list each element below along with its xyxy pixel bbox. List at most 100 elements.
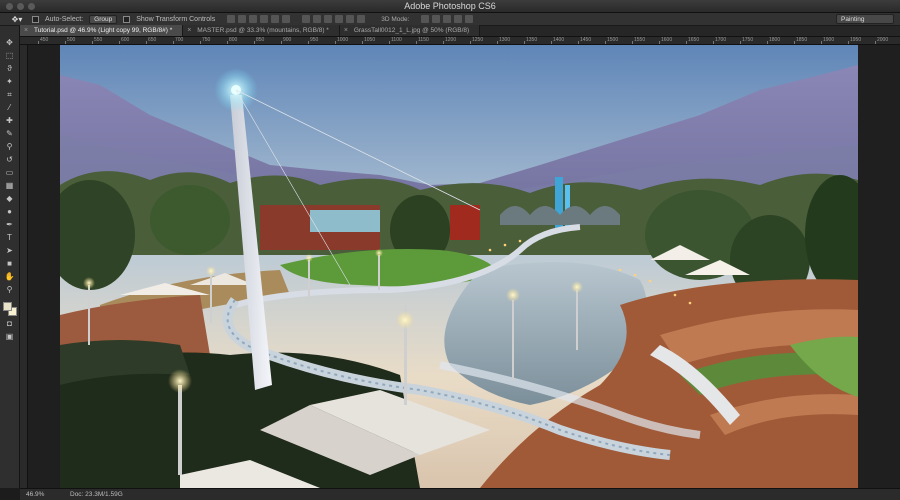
ruler-tick-label: 1000 xyxy=(337,37,349,43)
hand-icon[interactable]: ✋ xyxy=(3,272,17,282)
healing-icon[interactable]: ✚ xyxy=(3,116,17,126)
close-tab-icon[interactable]: × xyxy=(187,25,191,36)
distribute-right-icon[interactable] xyxy=(357,15,366,23)
ruler-tick xyxy=(281,41,282,44)
tab-label: MASTER.psd @ 33.3% (mountains, RGB/8) * xyxy=(197,27,329,34)
3d-scale-icon[interactable] xyxy=(465,15,474,23)
tools-panel: ✥ ⬚ ϑ ✦ ⌗ ⁄ ✚ ✎ ⚲ ↺ ▭ ▦ ◆ ● ✒ T ➤ ■ ✋ ⚲ ◘ ▣ xyxy=(0,26,20,488)
zoom-level[interactable]: 46.9% xyxy=(26,491,52,498)
tab-grass-texture[interactable]: × GrassTall0012_1_L.jpg @ 50% (RGB/8) xyxy=(339,25,481,36)
marquee-icon[interactable]: ⬚ xyxy=(3,51,17,61)
canvas-area[interactable] xyxy=(28,45,900,488)
align-left-icon[interactable] xyxy=(260,15,269,23)
3d-roll-icon[interactable] xyxy=(432,15,441,23)
quick-mask-icon[interactable]: ◘ xyxy=(3,319,17,329)
distribute-top-icon[interactable] xyxy=(302,15,311,23)
close-window-button[interactable] xyxy=(6,3,13,10)
ruler-tick-label: 1750 xyxy=(742,37,754,43)
ruler-tick-label: 500 xyxy=(67,37,76,43)
eyedropper-icon[interactable]: ⁄ xyxy=(3,103,17,113)
ruler-tick xyxy=(470,41,471,44)
document-canvas[interactable] xyxy=(60,45,858,488)
align-bottom-icon[interactable] xyxy=(249,15,258,23)
workspace-switcher[interactable]: Painting xyxy=(836,14,894,24)
horizontal-ruler[interactable]: 450 500 550 600 650 700 750 800 850 900 950 1000 105… xyxy=(20,37,900,45)
document-size[interactable]: Doc: 23.3M/1.59G xyxy=(70,491,123,498)
lasso-icon[interactable]: ϑ xyxy=(3,64,17,74)
ruler-tick xyxy=(632,41,633,44)
tab-label: Tutorial.psd @ 46.9% (Light copy 99, RGB… xyxy=(34,27,173,34)
ruler-tick xyxy=(794,41,795,44)
ruler-tick xyxy=(848,41,849,44)
align-vcenter-icon[interactable] xyxy=(238,15,247,23)
ruler-tick-label: 550 xyxy=(94,37,103,43)
history-brush-icon[interactable]: ↺ xyxy=(3,155,17,165)
path-select-icon[interactable]: ➤ xyxy=(3,246,17,256)
distribute-hcenter-icon[interactable] xyxy=(346,15,355,23)
ruler-tick xyxy=(146,41,147,44)
distribute-left-icon[interactable] xyxy=(335,15,344,23)
auto-select-checkbox[interactable] xyxy=(32,15,39,23)
ruler-tick xyxy=(497,41,498,44)
minimize-window-button[interactable] xyxy=(17,3,24,10)
document-tabs: × Tutorial.psd @ 46.9% (Light copy 99, R… xyxy=(20,25,900,37)
zoom-window-button[interactable] xyxy=(28,3,35,10)
eraser-icon[interactable]: ▭ xyxy=(3,168,17,178)
close-tab-icon[interactable]: × xyxy=(24,25,28,36)
move-tool-preset-icon[interactable]: ✥▾ xyxy=(8,14,26,24)
ruler-tick-label: 1250 xyxy=(472,37,484,43)
gradient-icon[interactable]: ▦ xyxy=(3,181,17,191)
auto-select-dropdown[interactable]: Group xyxy=(89,14,118,24)
ruler-tick-label: 2000 xyxy=(877,37,889,43)
tab-tutorial[interactable]: × Tutorial.psd @ 46.9% (Light copy 99, R… xyxy=(20,25,184,36)
ruler-tick xyxy=(200,41,201,44)
move-icon[interactable]: ✥ xyxy=(3,38,17,48)
align-right-icon[interactable] xyxy=(282,15,291,23)
ruler-tick xyxy=(308,41,309,44)
screen-mode-icon[interactable]: ▣ xyxy=(3,332,17,342)
dodge-icon[interactable]: ● xyxy=(3,207,17,217)
blur-icon[interactable]: ◆ xyxy=(3,194,17,204)
ruler-tick-label: 1700 xyxy=(715,37,727,43)
align-top-icon[interactable] xyxy=(227,15,236,23)
ruler-tick-label: 1350 xyxy=(526,37,538,43)
magic-wand-icon[interactable]: ✦ xyxy=(3,77,17,87)
show-transform-checkbox[interactable] xyxy=(123,15,131,23)
close-tab-icon[interactable]: × xyxy=(344,25,348,36)
ruler-tick-label: 600 xyxy=(121,37,130,43)
ruler-tick xyxy=(362,41,363,44)
foreground-color-swatch[interactable] xyxy=(2,302,12,311)
shape-icon[interactable]: ■ xyxy=(3,259,17,269)
color-swatches[interactable] xyxy=(2,302,17,316)
3d-slide-icon[interactable] xyxy=(454,15,463,23)
ruler-tick-label: 1800 xyxy=(769,37,781,43)
3d-rotate-icon[interactable] xyxy=(421,15,430,23)
photoshop-window: Adobe Photoshop CS6 ✥▾ Auto-Select: Grou… xyxy=(0,0,900,500)
app-title: Adobe Photoshop CS6 xyxy=(404,1,496,11)
ruler-tick xyxy=(605,41,606,44)
ruler-tick xyxy=(551,41,552,44)
ruler-tick xyxy=(335,41,336,44)
zoom-icon[interactable]: ⚲ xyxy=(3,285,17,295)
distribute-bottom-icon[interactable] xyxy=(324,15,333,23)
align-buttons xyxy=(227,15,291,23)
ruler-tick-label: 950 xyxy=(310,37,319,43)
ruler-tick xyxy=(389,41,390,44)
pen-icon[interactable]: ✒ xyxy=(3,220,17,230)
crop-icon[interactable]: ⌗ xyxy=(3,90,17,100)
distribute-vcenter-icon[interactable] xyxy=(313,15,322,23)
3d-mode-label: 3D Mode: xyxy=(381,15,410,23)
type-icon[interactable]: T xyxy=(3,233,17,243)
align-hcenter-icon[interactable] xyxy=(271,15,280,23)
tab-master[interactable]: × MASTER.psd @ 33.3% (mountains, RGB/8) … xyxy=(183,25,340,36)
ruler-tick xyxy=(821,41,822,44)
ruler-tick xyxy=(119,41,120,44)
ruler-tick xyxy=(227,41,228,44)
ruler-tick xyxy=(92,41,93,44)
ruler-tick-label: 1550 xyxy=(634,37,646,43)
vertical-ruler[interactable] xyxy=(20,45,28,488)
3d-drag-icon[interactable] xyxy=(443,15,452,23)
clone-stamp-icon[interactable]: ⚲ xyxy=(3,142,17,152)
rendering-image xyxy=(60,45,858,488)
brush-icon[interactable]: ✎ xyxy=(3,129,17,139)
